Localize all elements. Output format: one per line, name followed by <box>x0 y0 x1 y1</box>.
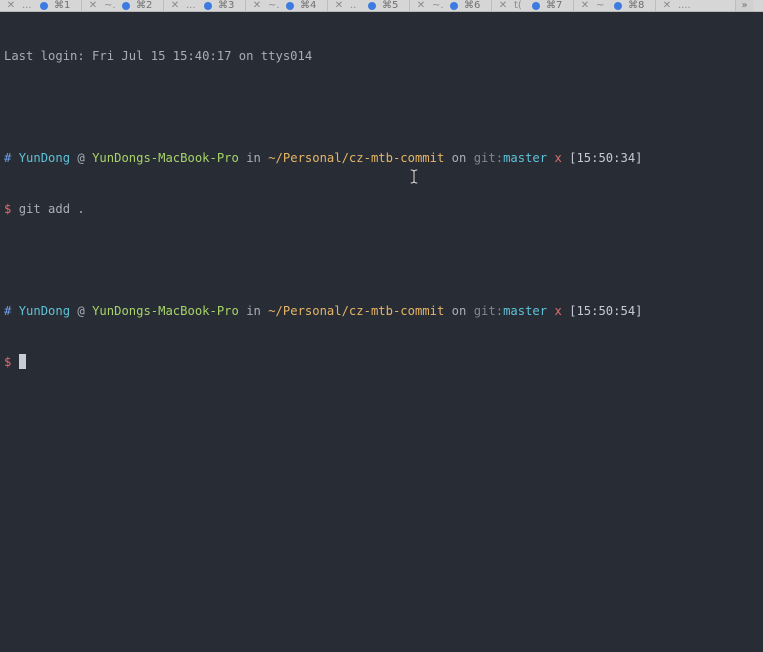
tab-shortcut: ⌘6 <box>464 0 481 11</box>
close-icon[interactable]: ✕ <box>580 0 590 11</box>
close-icon[interactable]: ✕ <box>498 0 508 11</box>
tab-title: ~. <box>432 0 444 11</box>
prompt-line-2: # YunDong @ YunDongs-MacBook-Pro in ~/Pe… <box>4 303 763 320</box>
prompt-in: in <box>246 304 261 318</box>
close-icon[interactable]: ✕ <box>334 0 344 11</box>
activity-dot-icon <box>286 1 294 10</box>
tab-title: ~. <box>268 0 280 11</box>
tab-title: ~. <box>104 0 116 11</box>
tab-overflow-chevron-icon[interactable]: » <box>736 0 753 11</box>
prompt-at: @ <box>77 304 85 318</box>
tab-title: ~ <box>596 0 605 11</box>
prompt-line-1: # YunDong @ YunDongs-MacBook-Pro in ~/Pe… <box>4 150 763 167</box>
tab-shortcut: ⌘5 <box>382 0 399 11</box>
tab-4[interactable]: ✕ ~. ⌘4 <box>246 0 328 11</box>
terminal-output[interactable]: Last login: Fri Jul 15 15:40:17 on ttys0… <box>4 14 763 652</box>
prompt-time: [15:50:34] <box>569 151 643 165</box>
last-login-text: Last login: Fri Jul 15 15:40:17 on ttys0… <box>4 49 313 63</box>
tab-9-active[interactable]: ✕ .... <box>656 0 736 11</box>
tab-title: ... <box>186 0 196 11</box>
activity-dot-icon <box>450 1 458 10</box>
tab-3[interactable]: ✕ ... ⌘3 <box>164 0 246 11</box>
close-icon[interactable]: ✕ <box>88 0 98 11</box>
prompt-symbol: $ <box>4 355 12 369</box>
activity-dot-icon <box>368 1 376 10</box>
command-line-1: $ git add . <box>4 201 763 218</box>
prompt-symbol: $ <box>4 202 12 216</box>
last-login-line: Last login: Fri Jul 15 15:40:17 on ttys0… <box>4 48 763 65</box>
prompt-git-label: git: <box>473 151 504 165</box>
tab-8[interactable]: ✕ ~ ⌘8 <box>574 0 656 11</box>
tab-shortcut: ⌘4 <box>300 0 317 11</box>
command-line-2[interactable]: $ <box>4 354 763 371</box>
activity-dot-icon <box>204 1 212 10</box>
tab-shortcut: ⌘3 <box>218 0 235 11</box>
tab-bar: ✕ ... ⌘1 ✕ ~. ⌘2 ✕ ... ⌘3 ✕ ~. ⌘4 ✕ .. ⌘… <box>0 0 763 12</box>
tab-2[interactable]: ✕ ~. ⌘2 <box>82 0 164 11</box>
tab-6[interactable]: ✕ ~. ⌘6 <box>410 0 492 11</box>
tab-shortcut: ⌘1 <box>54 0 71 11</box>
prompt-at: @ <box>77 151 85 165</box>
prompt-hash: # <box>4 304 12 318</box>
tab-title: .... <box>678 0 691 11</box>
prompt-on: on <box>451 304 467 318</box>
ibeam-cursor-icon <box>410 169 418 184</box>
prompt-path: ~/Personal/cz-mtb-commit <box>268 151 445 165</box>
tab-title: ... <box>22 0 32 11</box>
activity-dot-icon <box>614 1 622 10</box>
tab-7[interactable]: ✕ t( ⌘7 <box>492 0 574 11</box>
tab-5[interactable]: ✕ .. ⌘5 <box>328 0 410 11</box>
prompt-in: in <box>246 151 261 165</box>
close-icon[interactable]: ✕ <box>662 0 672 11</box>
prompt-on: on <box>451 151 467 165</box>
prompt-path: ~/Personal/cz-mtb-commit <box>268 304 445 318</box>
prompt-git-label: git: <box>473 304 504 318</box>
close-icon[interactable]: ✕ <box>6 0 16 11</box>
tab-shortcut: ⌘8 <box>628 0 645 11</box>
prompt-hash: # <box>4 151 12 165</box>
tab-shortcut: ⌘2 <box>136 0 153 11</box>
prompt-host: YunDongs-MacBook-Pro <box>92 304 239 318</box>
prompt-dirty-marker: x <box>554 151 562 165</box>
prompt-dirty-marker: x <box>554 304 562 318</box>
prompt-user: YunDong <box>18 304 71 318</box>
prompt-time: [15:50:54] <box>569 304 643 318</box>
close-icon[interactable]: ✕ <box>252 0 262 11</box>
tab-shortcut: ⌘7 <box>546 0 563 11</box>
prompt-branch: master <box>503 304 548 318</box>
command-text: git add . <box>18 202 85 216</box>
prompt-user: YunDong <box>18 151 71 165</box>
prompt-host: YunDongs-MacBook-Pro <box>92 151 239 165</box>
close-icon[interactable]: ✕ <box>416 0 426 11</box>
tab-title: t( <box>514 0 522 11</box>
tab-1[interactable]: ✕ ... ⌘1 <box>0 0 82 11</box>
activity-dot-icon <box>532 1 540 10</box>
activity-dot-icon <box>40 1 48 10</box>
tab-title: .. <box>350 0 357 11</box>
text-cursor <box>18 354 26 369</box>
prompt-branch: master <box>503 151 548 165</box>
close-icon[interactable]: ✕ <box>170 0 180 11</box>
activity-dot-icon <box>122 1 130 10</box>
